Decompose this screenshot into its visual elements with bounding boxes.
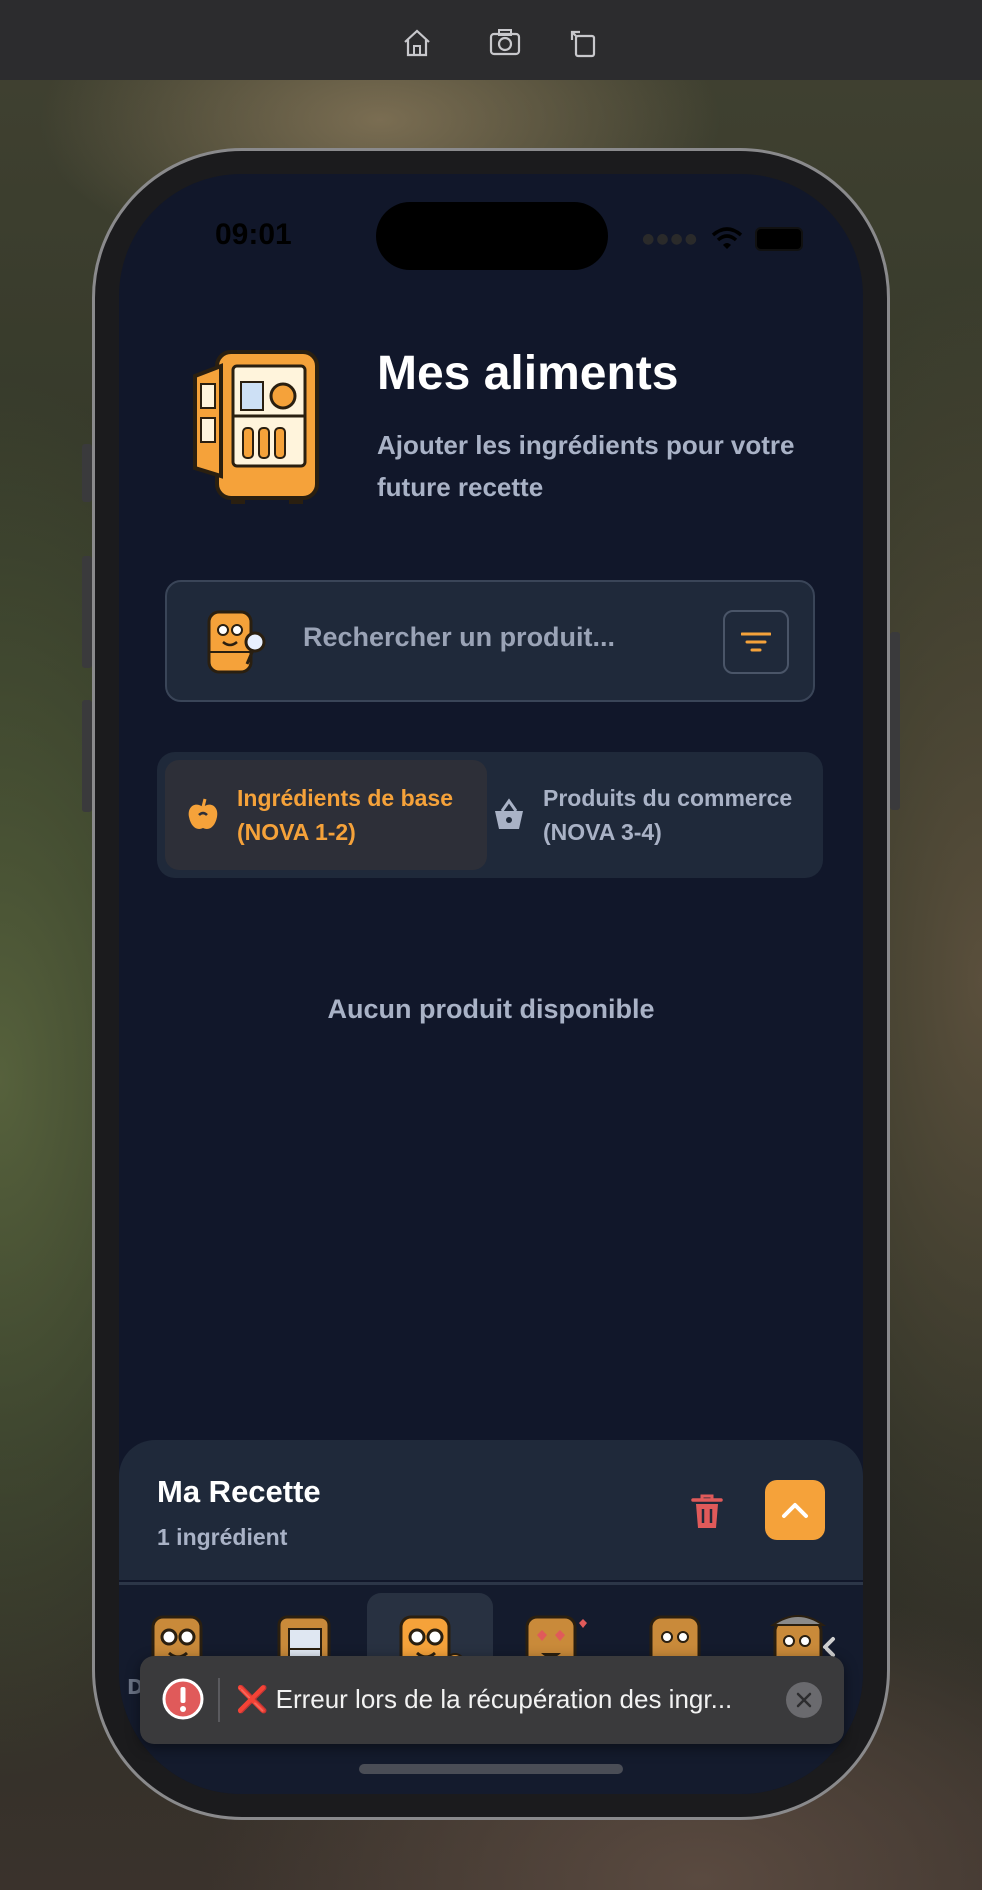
dynamic-island xyxy=(376,202,608,270)
search-mascot-icon xyxy=(203,606,269,678)
battery-icon xyxy=(755,227,803,251)
tab-basic-ingredients[interactable]: Ingrédients de base (NOVA 1-2) xyxy=(165,760,487,870)
app-screen: 09:01 ●●●● Mes aliments Ajouter les ingr… xyxy=(119,174,863,1794)
home-indicator[interactable] xyxy=(359,1764,623,1774)
toast-divider xyxy=(218,1678,220,1722)
close-icon xyxy=(796,1692,812,1708)
expand-recipe-button[interactable] xyxy=(765,1480,825,1540)
tab-label-line: (NOVA 3-4) xyxy=(543,819,662,845)
home-icon[interactable] xyxy=(400,26,434,60)
delete-recipe-button[interactable] xyxy=(689,1492,725,1532)
search-bar[interactable]: Rechercher un produit... xyxy=(165,580,815,702)
fridge-mascot-illustration xyxy=(191,346,323,506)
tab-label-line: Ingrédients de base xyxy=(237,785,454,811)
filter-button[interactable] xyxy=(723,610,789,674)
toast-message: ❌ Erreur lors de la récupération des ing… xyxy=(236,1684,733,1714)
trash-icon xyxy=(691,1494,723,1528)
apple-icon xyxy=(188,798,218,829)
empty-state-message: Aucun produit disponible xyxy=(327,994,655,1024)
alert-icon xyxy=(162,1678,204,1720)
phone-side-button xyxy=(890,632,900,810)
rotate-icon[interactable] xyxy=(566,26,600,60)
recipe-panel[interactable]: Ma Recette 1 ingrédient xyxy=(119,1440,863,1580)
page-title: Mes aliments xyxy=(377,347,679,400)
status-time: 09:01 xyxy=(215,218,292,251)
wifi-icon xyxy=(711,227,743,249)
recipe-ingredient-count: 1 ingrédient xyxy=(157,1524,288,1550)
filter-icon xyxy=(741,632,771,652)
basket-icon xyxy=(495,798,523,829)
signal-icon: ●●●● xyxy=(642,231,699,247)
tab-label-line: (NOVA 1-2) xyxy=(237,819,356,845)
screenshot-icon[interactable] xyxy=(488,26,522,60)
simulator-toolbar xyxy=(0,0,982,80)
phone-side-button xyxy=(82,700,92,812)
toast-close-button[interactable] xyxy=(786,1682,822,1718)
status-icons: ●●●● xyxy=(642,224,803,254)
search-input[interactable]: Rechercher un produit... xyxy=(303,622,615,653)
chevron-up-icon xyxy=(782,1503,808,1518)
page-subtitle: Ajouter les ingrédients pour votre futur… xyxy=(377,430,795,502)
phone-side-button xyxy=(82,444,92,502)
category-tabs: Ingrédients de base (NOVA 1-2) Produits … xyxy=(157,752,823,878)
tab-commercial-products[interactable]: Produits du commerce (NOVA 3-4) xyxy=(491,760,821,870)
tab-label-line: Produits du commerce xyxy=(543,785,793,811)
error-toast: ❌ Erreur lors de la récupération des ing… xyxy=(140,1656,844,1744)
recipe-title: Ma Recette xyxy=(157,1474,321,1509)
phone-side-button xyxy=(82,556,92,668)
